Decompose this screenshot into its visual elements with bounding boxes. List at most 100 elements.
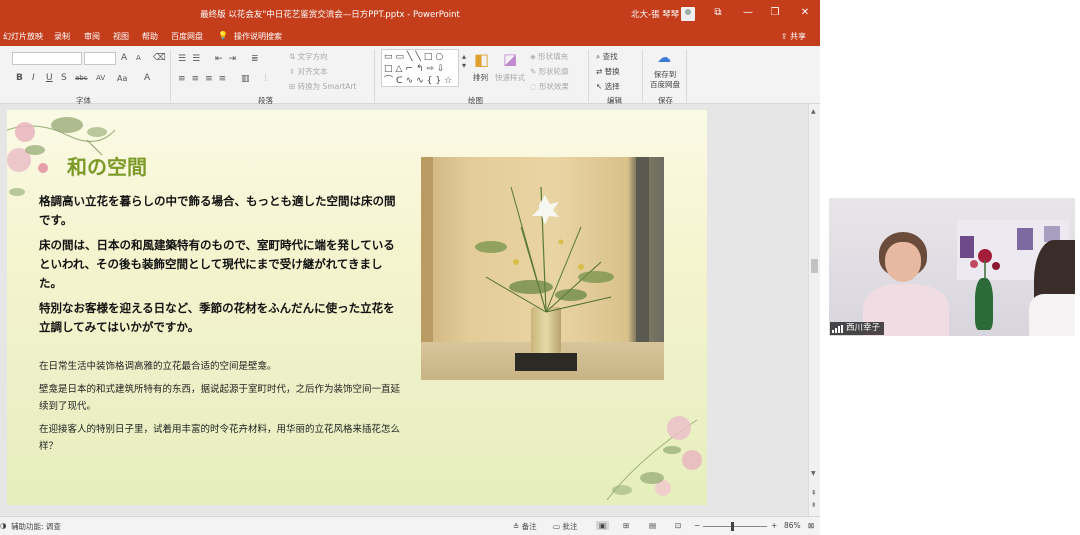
cn-paragraph[interactable]: 在迎接客人的特别日子里，试着用丰富的时令花卉材料，用华丽的立花风格来插花怎么样？: [39, 421, 404, 455]
smartart-icon: ⊞: [289, 82, 298, 91]
comments-button[interactable]: ▭ 批注: [553, 521, 577, 532]
arrange-icon: ◧: [474, 50, 490, 69]
video-background-poster: [1017, 228, 1033, 250]
signal-strength-icon: [832, 324, 843, 333]
strikethrough-button[interactable]: abc: [75, 74, 88, 82]
jp-paragraph[interactable]: 特別なお客様を迎える日など、季節の花材をふんだんに使った立花を立調してみてはいか…: [39, 299, 399, 337]
tab-baidu-netdisk[interactable]: 百度网盘: [171, 31, 203, 42]
italic-button[interactable]: I: [32, 73, 35, 83]
align-buttons-icon[interactable]: ≡≡≡≡ ▥ ⫶: [178, 74, 273, 84]
scroll-down-icon[interactable]: ▼: [811, 470, 816, 477]
slide-canvas[interactable]: 和の空間 格調高い立花を暮らしの中で飾る場合、もっとも適した空間は床の間です。 …: [7, 110, 707, 505]
scroll-thumb[interactable]: [811, 259, 818, 273]
photo-flower-arrangement: [475, 186, 614, 313]
zoom-slider-thumb[interactable]: [731, 522, 734, 531]
font-size-combo[interactable]: [84, 52, 116, 65]
jp-paragraph[interactable]: 格調高い立花を暮らしの中で飾る場合、もっとも適した空間は床の間です。: [39, 192, 399, 230]
clear-format-icon[interactable]: ⌫: [153, 53, 166, 63]
share-icon: ⇪: [780, 32, 790, 41]
save-to-baidu-button[interactable]: 保存到 百度网盘: [650, 70, 680, 90]
search-icon: ⌕: [596, 52, 603, 61]
shadow-button[interactable]: S: [61, 73, 67, 83]
video-vase: [975, 278, 993, 330]
next-slide-icon[interactable]: ⇟: [811, 501, 817, 509]
previous-slide-icon[interactable]: ⇞: [811, 489, 817, 497]
vertical-scrollbar[interactable]: ▲ ▼ ⇞ ⇟: [808, 104, 820, 516]
zoom-level[interactable]: 86%: [784, 521, 801, 530]
reading-view-icon[interactable]: ▤: [649, 521, 656, 530]
notes-icon: ≙: [513, 522, 522, 531]
slide-title[interactable]: 和の空間: [67, 151, 147, 180]
bold-button[interactable]: B: [16, 73, 23, 83]
zoom-in-icon[interactable]: +: [771, 521, 777, 530]
accessibility-check[interactable]: 辅助功能: 调查: [11, 521, 61, 532]
select-button[interactable]: ↖ 选择: [596, 81, 620, 92]
tab-record[interactable]: 录制: [54, 31, 70, 42]
list-buttons-icon[interactable]: ☰☰ ⇤⇥ ≣: [178, 54, 264, 64]
participant-name: 西川幸子: [846, 323, 881, 333]
text-direction-button[interactable]: ⇅ 文字方向: [289, 51, 328, 62]
character-spacing-button[interactable]: AV: [96, 74, 105, 82]
account-name[interactable]: 北大-張 琴琴: [631, 8, 679, 20]
replace-button[interactable]: ⇄ 替换: [596, 66, 620, 77]
grow-font-icon[interactable]: A: [121, 53, 127, 63]
ribbon-display-options-icon[interactable]: ⧉: [711, 6, 725, 20]
normal-view-icon[interactable]: ▣: [596, 521, 610, 530]
fit-to-window-icon[interactable]: ⊠: [808, 521, 814, 530]
shape-effects-button[interactable]: ◌ 形状效果: [530, 81, 569, 92]
cursor-icon: ↖: [596, 82, 605, 91]
ribbon-divider: [686, 50, 687, 102]
video-tile[interactable]: 西川幸子: [829, 198, 1075, 336]
video-flowers: [970, 249, 1000, 278]
font-color-button[interactable]: A: [144, 73, 150, 83]
restore-button[interactable]: ❐: [768, 6, 782, 20]
tab-slideshow[interactable]: 幻灯片放映: [3, 31, 43, 42]
scroll-up-icon[interactable]: ▲: [811, 108, 816, 115]
text-direction-label: 文字方向: [297, 52, 328, 61]
find-label: 查找: [602, 52, 618, 61]
change-case-button[interactable]: Aa: [117, 74, 127, 83]
slide-sorter-icon[interactable]: ⊞: [623, 521, 629, 530]
cn-paragraph[interactable]: 在日常生活中装饰格调高雅的立花最合适的空间是壁龛。: [39, 358, 404, 375]
shapes-gallery[interactable]: ▭▭╲╲□○ □△⌐↰⇨⇩ ⌒ᑕ∿∿{}☆: [381, 49, 459, 87]
shape-outline-label: 形状轮廓: [538, 67, 569, 76]
powerpoint-window: 最终版 以花会友"中日花艺鉴赏交流会—日方PPT.pptx - PowerPoi…: [0, 0, 820, 535]
zoom-slider[interactable]: [703, 526, 767, 527]
shrink-font-icon[interactable]: A: [136, 54, 141, 62]
tell-me-search[interactable]: 操作说明搜索: [234, 31, 282, 42]
gallery-scroll-icon[interactable]: ▴ ▾: [462, 52, 466, 70]
smartart-label: 转换为 SmartArt: [297, 82, 357, 91]
video-speaker-face: [885, 242, 921, 282]
cn-paragraph[interactable]: 壁龛是日本的和式建筑所特有的东西，据说起源于室町时代，之后作为装饰空间一直延续到…: [39, 381, 404, 415]
ribbon-tabs: 幻灯片放映 录制 审阅 视图 帮助 百度网盘 💡 操作说明搜索 ⇪ 共享: [0, 26, 820, 46]
notes-button[interactable]: ≙ 备注: [513, 521, 537, 532]
ikebana-photo[interactable]: [421, 157, 664, 380]
ribbon-divider: [374, 50, 375, 102]
share-label: 共享: [790, 32, 806, 41]
ribbon-divider: [642, 50, 643, 102]
notes-label: 备注: [521, 522, 537, 531]
status-bar: ◑ 辅助功能: 调查 ≙ 备注 ▭ 批注 ▣ ⊞ ▤ ⊡ − + 86% ⊠: [0, 516, 820, 535]
underline-button[interactable]: U: [46, 73, 53, 83]
arrange-button[interactable]: 排列: [473, 72, 488, 83]
align-text-button[interactable]: ⇳ 对齐文本: [289, 66, 328, 77]
title-bar: 最终版 以花会友"中日花艺鉴赏交流会—日方PPT.pptx - PowerPoi…: [0, 0, 820, 26]
minimize-button[interactable]: —: [741, 6, 755, 20]
font-name-combo[interactable]: [12, 52, 82, 65]
share-button[interactable]: ⇪ 共享: [781, 31, 806, 42]
find-button[interactable]: ⌕ 查找: [596, 51, 618, 62]
slideshow-view-icon[interactable]: ⊡: [675, 521, 681, 530]
tab-view[interactable]: 视图: [113, 31, 129, 42]
convert-smartart-button[interactable]: ⊞ 转换为 SmartArt: [289, 81, 356, 92]
zoom-out-icon[interactable]: −: [694, 521, 700, 530]
effects-icon: ◌: [530, 82, 539, 91]
account-avatar[interactable]: [681, 7, 695, 21]
jp-paragraph[interactable]: 床の間は、日本の和風建築特有のもので、室町時代に端を発しているといわれ、その後も…: [39, 236, 399, 293]
shape-fill-button[interactable]: ◈ 形状填充: [530, 51, 568, 62]
tab-review[interactable]: 审阅: [84, 31, 100, 42]
quick-styles-button[interactable]: 快速样式: [495, 72, 525, 83]
tab-help[interactable]: 帮助: [142, 31, 158, 42]
participant-name-tag: 西川幸子: [830, 322, 885, 335]
shape-outline-button[interactable]: ✎ 形状轮廓: [530, 66, 569, 77]
close-button[interactable]: ✕: [798, 6, 812, 20]
